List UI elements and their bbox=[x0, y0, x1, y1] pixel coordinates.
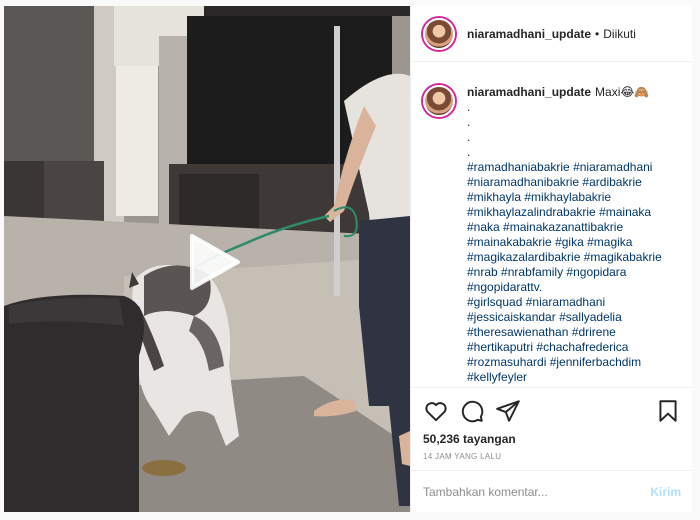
hashtag-link[interactable]: #mikhaylazalindrabakrie bbox=[467, 205, 596, 219]
comment-bubble-icon[interactable] bbox=[459, 398, 485, 424]
hashtag-link[interactable]: #mainaka bbox=[599, 205, 651, 219]
hashtag-link[interactable]: #nrab bbox=[467, 265, 498, 279]
page-edge bbox=[692, 0, 700, 520]
hashtag-link[interactable]: #rozmasuhardi bbox=[467, 355, 546, 369]
hashtag-link[interactable]: #niaramadhani bbox=[573, 160, 652, 174]
header-separator: • bbox=[595, 26, 600, 41]
post-timestamp[interactable]: 14 JAM YANG LALU bbox=[423, 452, 681, 461]
caption: niaramadhani_update Maxi😂🙈 . . . . #ramad… bbox=[423, 85, 681, 385]
caption-dot: . bbox=[467, 145, 471, 159]
play-button[interactable] bbox=[186, 232, 242, 292]
instagram-post-modal: niaramadhani_update • Diikuti niaramadha… bbox=[0, 0, 700, 520]
hashtag-link[interactable]: #mainakabakrie bbox=[467, 235, 552, 249]
hashtag-link[interactable]: #mikhayla bbox=[467, 190, 521, 204]
post-video[interactable] bbox=[4, 6, 410, 512]
post-header: niaramadhani_update • Diikuti bbox=[411, 6, 693, 62]
caption-dot: . bbox=[467, 115, 471, 129]
comment-input[interactable] bbox=[423, 484, 651, 499]
hashtag-link[interactable]: #niaramadhani bbox=[526, 295, 605, 309]
avatar[interactable] bbox=[423, 17, 455, 50]
comments-area[interactable]: niaramadhani_update Maxi😂🙈 . . . . #ramad… bbox=[411, 63, 693, 387]
caption-dots: . . . . bbox=[467, 100, 677, 160]
play-icon bbox=[190, 234, 240, 290]
post-side-panel: niaramadhani_update • Diikuti niaramadha… bbox=[410, 6, 693, 512]
hashtag-link[interactable]: #niaramadhanibakrie bbox=[467, 175, 579, 189]
bookmark-icon[interactable] bbox=[655, 398, 681, 424]
hashtag-link[interactable]: #jenniferbachdim bbox=[550, 355, 641, 369]
caption-dot: . bbox=[467, 130, 471, 144]
hashtag-link[interactable]: #nrabfamily bbox=[501, 265, 563, 279]
caption-body: niaramadhani_update Maxi😂🙈 . . . . #ramad… bbox=[467, 85, 677, 385]
heart-icon[interactable] bbox=[423, 398, 449, 424]
hashtag-link[interactable]: #chachafrederica bbox=[536, 340, 628, 354]
add-comment-bar: Kirim bbox=[411, 470, 693, 512]
action-icons bbox=[423, 398, 681, 424]
hashtag-link[interactable]: #ardibakrie bbox=[582, 175, 641, 189]
hashtag-link[interactable]: #magika bbox=[587, 235, 632, 249]
header-username[interactable]: niaramadhani_update bbox=[467, 27, 591, 41]
hashtag-link[interactable]: #naka bbox=[467, 220, 500, 234]
hashtag-link[interactable]: #sallyadelia bbox=[559, 310, 622, 324]
caption-avatar[interactable] bbox=[423, 85, 455, 117]
post-comment-button[interactable]: Kirim bbox=[650, 485, 681, 499]
hashtag-link[interactable]: #kellyfeyler bbox=[467, 370, 527, 384]
hashtag-link[interactable]: #ramadhaniabakrie bbox=[467, 160, 570, 174]
hashtag-link[interactable]: #ngopidarattv. bbox=[467, 280, 542, 294]
hashtag-link[interactable]: #girlsquad bbox=[467, 295, 522, 309]
hashtag-link[interactable]: #magikabakrie bbox=[584, 250, 662, 264]
view-count[interactable]: 50,236 tayangan bbox=[423, 432, 681, 446]
hashtag-link[interactable]: #jessicaiskandar bbox=[467, 310, 556, 324]
paper-plane-icon[interactable] bbox=[495, 398, 521, 424]
hashtag-link[interactable]: #magikazalardibakrie bbox=[467, 250, 580, 264]
hashtag-link[interactable]: #theresawienathan bbox=[467, 325, 568, 339]
hashtag-list: #ramadhaniabakrie #niaramadhani #niarama… bbox=[467, 160, 677, 385]
caption-username[interactable]: niaramadhani_update bbox=[467, 85, 591, 99]
hashtag-link[interactable]: #gika bbox=[555, 235, 584, 249]
hashtag-link[interactable]: #mikhaylabakrie bbox=[524, 190, 611, 204]
following-button[interactable]: Diikuti bbox=[603, 27, 636, 41]
hashtag-link[interactable]: #drirene bbox=[572, 325, 616, 339]
caption-dot: . bbox=[467, 100, 471, 114]
hashtag-link[interactable]: #hertikaputri bbox=[467, 340, 533, 354]
hashtag-link[interactable]: #mainakazanattibakrie bbox=[503, 220, 623, 234]
caption-text: Maxi😂🙈 bbox=[595, 85, 650, 99]
hashtag-link[interactable]: #ngopidara bbox=[566, 265, 626, 279]
